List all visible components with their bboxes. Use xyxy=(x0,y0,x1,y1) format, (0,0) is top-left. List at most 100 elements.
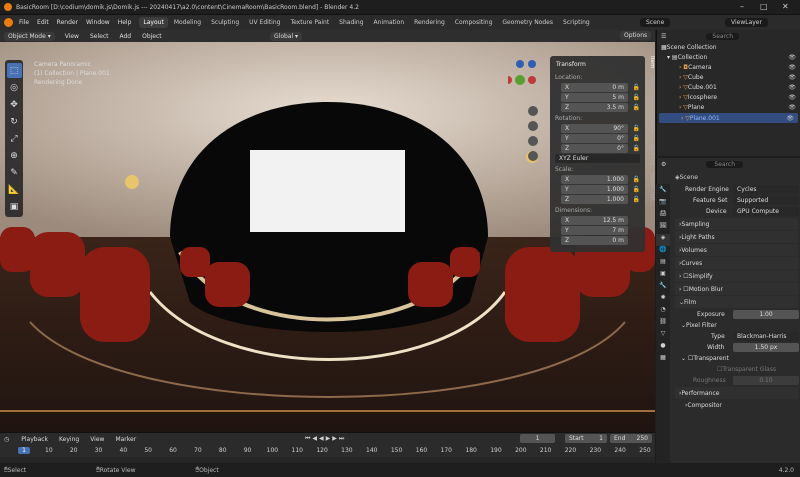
physics-tab-icon[interactable]: ◔ xyxy=(656,306,670,318)
eye-icon[interactable]: 👁 xyxy=(788,74,796,81)
minimize-icon[interactable]: – xyxy=(740,2,744,11)
eye-icon[interactable]: 👁 xyxy=(786,115,794,122)
timeline-editor-icon[interactable]: ◷ xyxy=(4,436,9,443)
outliner-row-plane[interactable]: › ▽ Plane 👁 xyxy=(657,102,800,112)
scene-selector[interactable]: Scene xyxy=(640,18,671,27)
scale-x-field[interactable]: X 1.000 🔓 xyxy=(561,175,640,184)
tab-item[interactable]: Item xyxy=(649,56,655,69)
marker-menu[interactable]: Marker xyxy=(111,435,140,444)
collection-tab-icon[interactable]: ▤ xyxy=(656,258,670,270)
lock-icon[interactable]: 🔓 xyxy=(633,145,640,152)
eye-icon[interactable]: 👁 xyxy=(788,104,796,111)
workspace-texture-paint[interactable]: Texture Paint xyxy=(286,17,333,28)
workspace-layout[interactable]: Layout xyxy=(139,17,168,28)
scale-tool-icon[interactable]: ⤢ xyxy=(7,131,22,146)
material-tab-icon[interactable]: ● xyxy=(656,342,670,354)
workspace-shading[interactable]: Shading xyxy=(335,17,367,28)
view-layer-selector[interactable]: ViewLayer xyxy=(725,18,768,27)
constraints-tab-icon[interactable]: ⛓ xyxy=(656,318,670,330)
modifier-tab-icon[interactable]: 🔧 xyxy=(656,282,670,294)
tool-tab-icon[interactable]: 🔧 xyxy=(656,186,670,198)
rotation-y-field[interactable]: Y 0° 🔓 xyxy=(561,134,640,143)
section-curves[interactable]: › Curves xyxy=(675,257,798,269)
workspace-rendering[interactable]: Rendering xyxy=(410,17,449,28)
current-frame-field[interactable]: 1 xyxy=(520,434,555,443)
render-engine-dropdown[interactable]: Cycles xyxy=(733,185,799,194)
section-light-paths[interactable]: › Light Paths xyxy=(675,231,798,243)
tab-tool[interactable]: Tool xyxy=(649,77,655,88)
section-performance[interactable]: › Performance xyxy=(675,387,798,399)
transform-header[interactable]: Transform xyxy=(553,59,642,70)
outliner-row-cube-001[interactable]: › ▽ Cube.001 👁 xyxy=(657,82,800,92)
maximize-icon[interactable]: □ xyxy=(760,2,768,11)
rotation-z-field[interactable]: Z 0° 🔓 xyxy=(561,144,640,153)
object-tab-icon[interactable]: ▣ xyxy=(656,270,670,282)
tab-3d-print[interactable]: 3D Print xyxy=(649,143,655,165)
exposure-field[interactable]: 1.00 xyxy=(733,310,799,319)
pixel-filter-header[interactable]: ⌄ Pixel Filter xyxy=(673,320,800,331)
scale-y-field[interactable]: Y 1.000 🔓 xyxy=(561,185,640,194)
lock-icon[interactable]: 🔓 xyxy=(633,196,640,203)
location-x-field[interactable]: X 0 m 🔓 xyxy=(561,83,640,92)
menu-file[interactable]: File xyxy=(19,19,29,26)
filter-width-field[interactable]: 1.50 px xyxy=(733,343,799,352)
scale-z-field[interactable]: Z 1.000 🔓 xyxy=(561,195,640,204)
compositor-header[interactable]: › Compositor xyxy=(673,400,800,411)
section-film[interactable]: ⌄ Film xyxy=(675,296,798,308)
eye-icon[interactable]: 👁 xyxy=(788,84,796,91)
properties-search-input[interactable]: Search xyxy=(706,160,744,168)
section-simplify[interactable]: › ☐ Simplify xyxy=(675,270,798,282)
workspace-scripting[interactable]: Scripting xyxy=(559,17,594,28)
section-motion-blur[interactable]: › ☐ Motion Blur xyxy=(675,283,798,295)
end-frame-field[interactable]: End 250 xyxy=(610,434,652,443)
rotation-x-field[interactable]: X 90° 🔓 xyxy=(561,124,640,133)
workspace-sculpting[interactable]: Sculpting xyxy=(207,17,243,28)
device-dropdown[interactable]: GPU Compute xyxy=(733,207,799,216)
location-z-field[interactable]: Z 3.5 m 🔓 xyxy=(561,103,640,112)
outliner-row-scene-collection[interactable]: ▦ Scene Collection xyxy=(657,42,800,52)
lock-icon[interactable]: 🔓 xyxy=(633,186,640,193)
transform-tool-icon[interactable]: ⊕ xyxy=(7,148,22,163)
select-menu[interactable]: Select xyxy=(86,32,113,41)
timeline-ruler[interactable]: 1 10 20 30 40 50 60 70 80 90 100 110 120 130 140 150 160… xyxy=(0,447,655,457)
object-menu[interactable]: Object xyxy=(138,32,166,41)
annotate-tool-icon[interactable]: ✎ xyxy=(7,165,22,180)
cursor-tool-icon[interactable]: ◎ xyxy=(7,80,22,95)
measure-tool-icon[interactable]: 📐 xyxy=(7,182,22,197)
filter-type-dropdown[interactable]: Blackman-Harris xyxy=(733,332,799,341)
outliner-row-camera[interactable]: › ◘ Camera 👁 xyxy=(657,62,800,72)
eye-icon[interactable]: 👁 xyxy=(788,64,796,71)
dimension-x-field[interactable]: X 12.5 m xyxy=(561,216,628,225)
timeline-view-menu[interactable]: View xyxy=(86,435,108,444)
select-box-tool-icon[interactable]: ⬚ xyxy=(6,63,22,78)
playback-controls[interactable]: ⏮◀◀▶▶⏭ xyxy=(305,435,346,443)
playback-menu[interactable]: Playback xyxy=(17,435,52,444)
outliner-row-icosphere[interactable]: › ▽ Icosphere 👁 xyxy=(657,92,800,102)
menu-edit[interactable]: Edit xyxy=(37,19,49,26)
roughness-field[interactable]: 0.10 xyxy=(733,376,799,385)
lock-icon[interactable]: 🔓 xyxy=(633,84,640,91)
section-volumes[interactable]: › Volumes xyxy=(675,244,798,256)
mode-dropdown[interactable]: Object Mode ▾ xyxy=(4,31,55,41)
start-frame-field[interactable]: Start 1 xyxy=(565,434,607,443)
eye-icon[interactable]: 👁 xyxy=(788,54,796,61)
texture-tab-icon[interactable]: ▦ xyxy=(656,354,670,366)
output-tab-icon[interactable]: 🖨 xyxy=(656,210,670,222)
workspace-modeling[interactable]: Modeling xyxy=(170,17,205,28)
particles-tab-icon[interactable]: ✺ xyxy=(656,294,670,306)
data-tab-icon[interactable]: ▽ xyxy=(656,330,670,342)
properties-editor-icon[interactable]: ⚙ xyxy=(661,161,666,168)
location-y-field[interactable]: Y 5 m 🔓 xyxy=(561,93,640,102)
workspace-animation[interactable]: Animation xyxy=(370,17,409,28)
outliner-row-cube[interactable]: › ▽ Cube 👁 xyxy=(657,72,800,82)
section-sampling[interactable]: › Sampling xyxy=(675,218,798,230)
navigation-gizmo[interactable] xyxy=(504,56,548,176)
lock-icon[interactable]: 🔓 xyxy=(633,125,640,132)
scene-tab-icon[interactable]: ◈ xyxy=(656,234,670,246)
menu-help[interactable]: Help xyxy=(118,19,132,26)
render-tab-icon[interactable]: 📷 xyxy=(656,198,670,210)
outliner-row-collection[interactable]: ▾ ▤ Collection 👁 xyxy=(657,52,800,62)
world-tab-icon[interactable]: 🌐 xyxy=(656,246,670,258)
rotate-tool-icon[interactable]: ↻ xyxy=(7,114,22,129)
menu-window[interactable]: Window xyxy=(86,19,110,26)
